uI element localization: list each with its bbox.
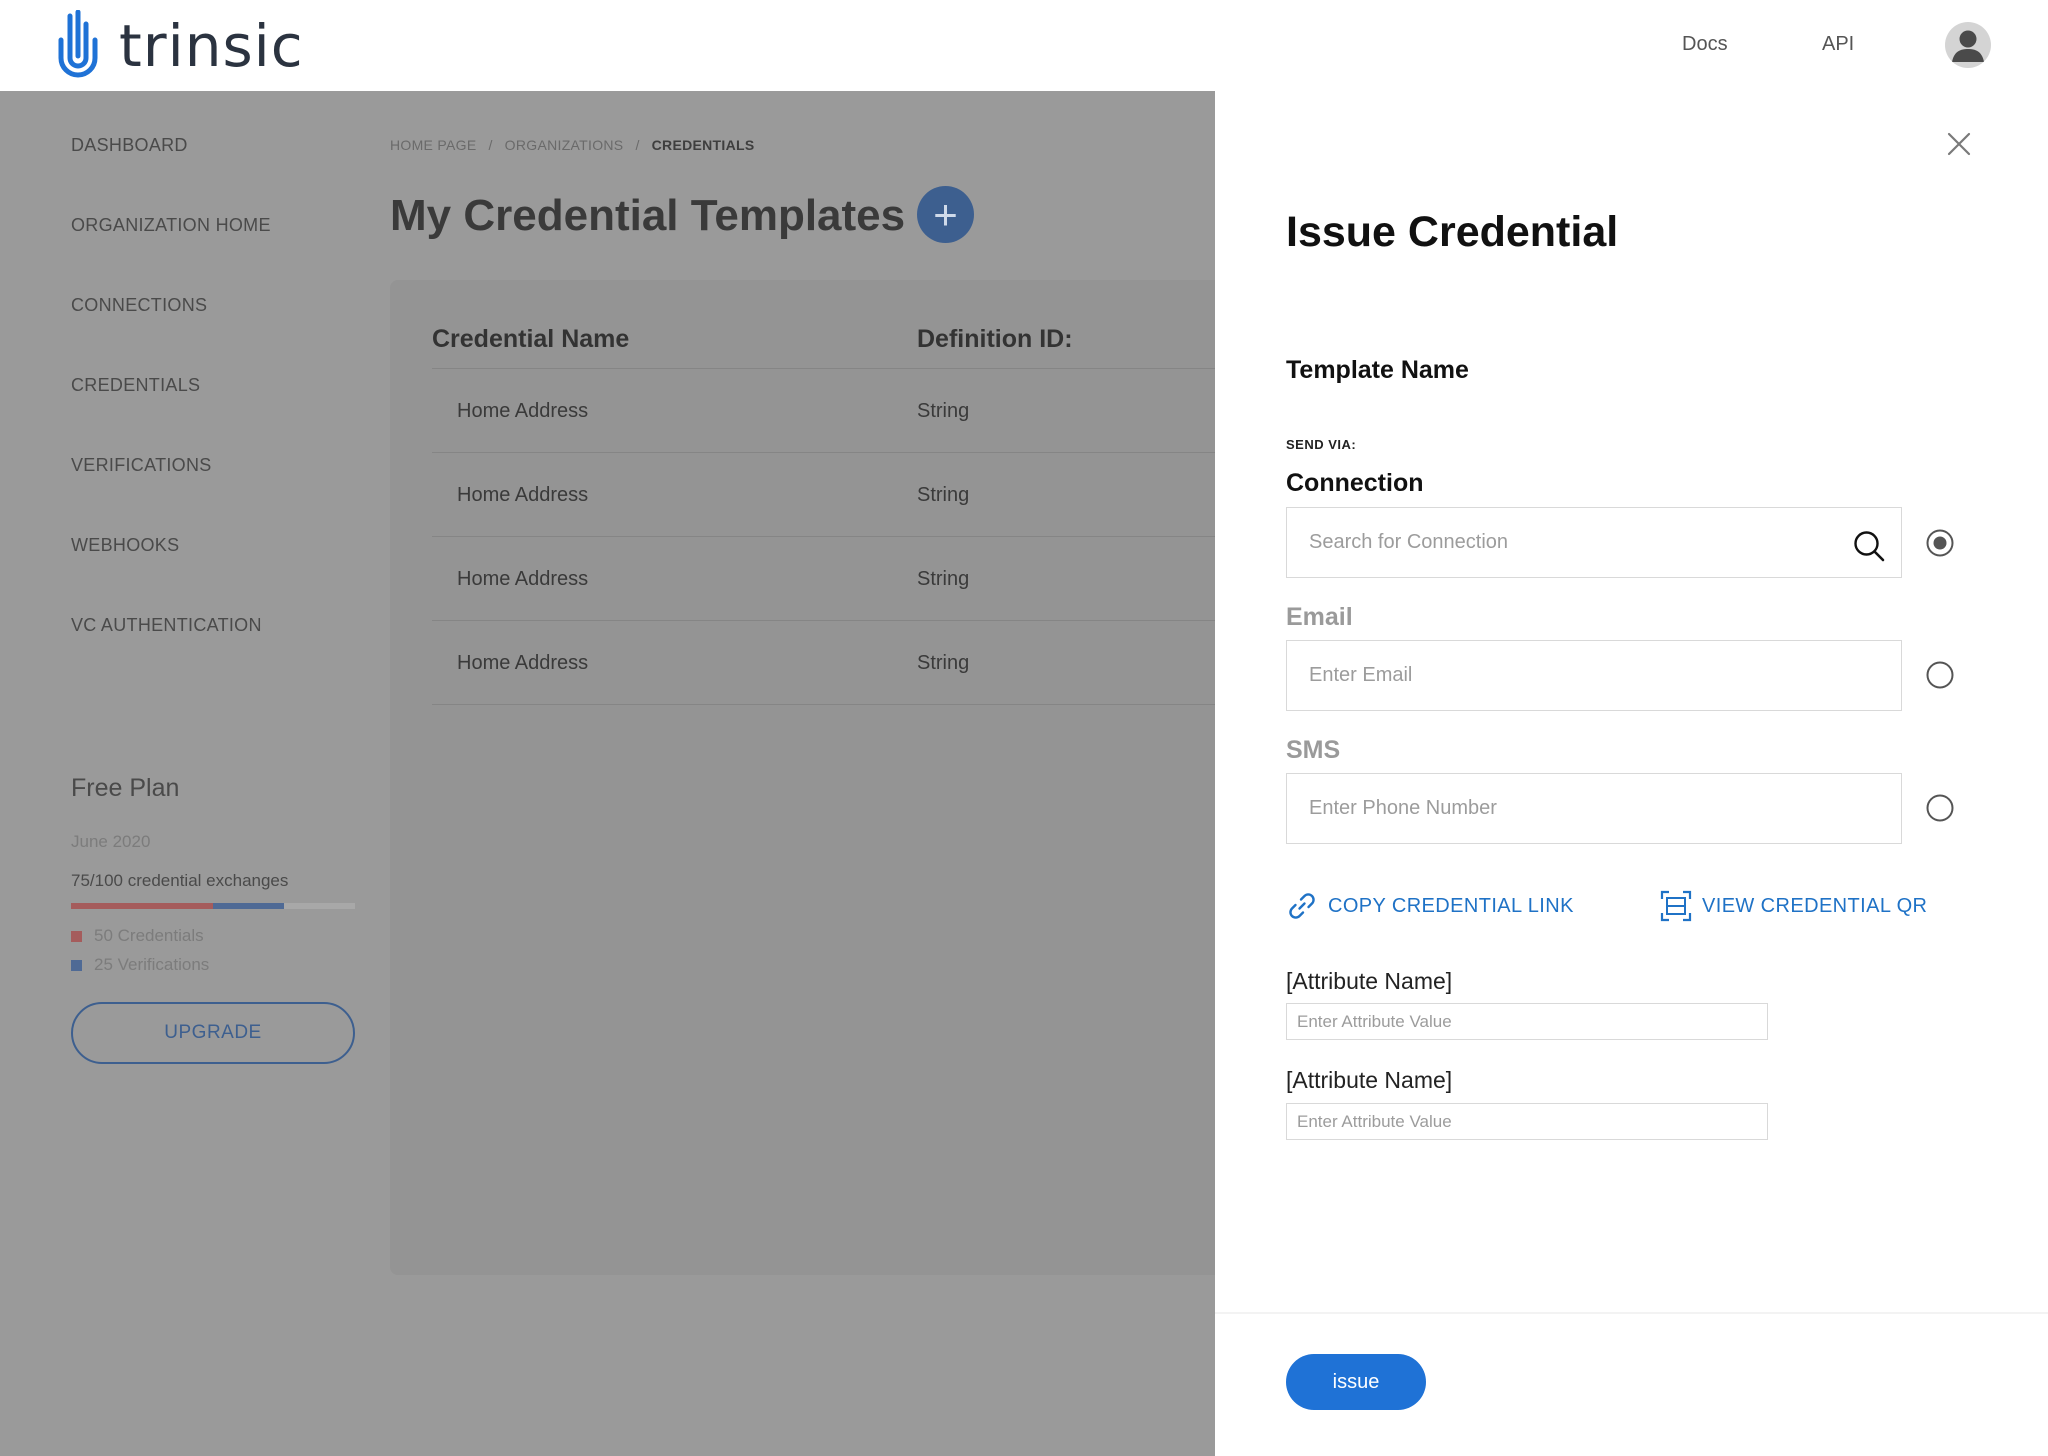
verifications-usage-fill xyxy=(213,903,284,909)
breadcrumb-home-page[interactable]: HOME PAGE xyxy=(390,137,476,153)
user-icon xyxy=(1952,30,1984,62)
connection-label: Connection xyxy=(1286,469,1424,497)
modal-footer-divider xyxy=(1215,1312,2048,1314)
sidebar-item-vc-authentication[interactable]: VC AUTHENTICATION xyxy=(71,615,262,636)
trinsic-hand-icon xyxy=(58,10,98,78)
table-cell-definition: String xyxy=(917,400,970,422)
table-divider xyxy=(432,536,1215,537)
table-cell-name[interactable]: Home Address xyxy=(457,652,588,675)
view-credential-qr-label: VIEW CREDENTIAL QR xyxy=(1702,894,1928,917)
link-icon xyxy=(1289,893,1315,919)
table-divider xyxy=(432,704,1215,705)
nav-docs-link[interactable]: Docs xyxy=(1682,33,1728,56)
search-icon[interactable] xyxy=(1852,529,1886,563)
sidebar-item-verifications[interactable]: VERIFICATIONS xyxy=(71,455,212,476)
column-header-definition-id: Definition ID: xyxy=(917,325,1073,353)
modal-title: Issue Credential xyxy=(1286,208,1619,256)
verifications-legend-swatch xyxy=(71,959,82,971)
breadcrumb-organizations[interactable]: ORGANIZATIONS xyxy=(505,137,624,153)
email-label: Email xyxy=(1286,603,1353,631)
table-divider xyxy=(432,620,1215,621)
connection-radio[interactable] xyxy=(1926,529,1954,557)
top-navigation: trinsic Docs API xyxy=(0,0,2048,91)
view-credential-qr-button[interactable]: VIEW CREDENTIAL QR xyxy=(1660,890,1927,922)
connection-search-input[interactable] xyxy=(1286,507,1902,578)
credentials-usage-fill xyxy=(71,903,213,909)
table-cell-definition: String xyxy=(917,568,970,590)
logo-text: trinsic xyxy=(119,12,304,80)
sidebar-item-connections[interactable]: CONNECTIONS xyxy=(71,295,207,316)
user-avatar[interactable] xyxy=(1945,22,1991,68)
sidebar-item-dashboard[interactable]: DASHBOARD xyxy=(71,135,188,156)
legend-credentials: 50 Credentials xyxy=(71,926,204,946)
table-cell-name[interactable]: Home Address xyxy=(457,400,588,423)
phone-number-input[interactable] xyxy=(1286,773,1902,844)
templates-card xyxy=(390,280,1215,1275)
add-template-button[interactable]: + xyxy=(917,186,974,243)
credentials-legend-swatch xyxy=(71,930,82,942)
table-divider xyxy=(432,368,1215,369)
sidebar-item-webhooks[interactable]: WEBHOOKS xyxy=(71,535,179,556)
table-cell-definition: String xyxy=(917,484,970,506)
legend-verifications: 25 Verifications xyxy=(71,955,209,975)
legend-verifications-label: 25 Verifications xyxy=(94,955,210,974)
app-root: trinsic Docs API DASHBOARD ORGANIZATION … xyxy=(0,0,2048,1456)
plan-title: Free Plan xyxy=(71,774,180,802)
breadcrumb-credentials: CREDENTIALS xyxy=(651,137,755,153)
table-cell-definition: String xyxy=(917,652,970,674)
plan-usage-bar xyxy=(71,903,355,909)
email-input[interactable] xyxy=(1286,640,1902,711)
sms-radio[interactable] xyxy=(1926,794,1954,822)
send-via-label: SEND VIA: xyxy=(1286,437,1357,452)
qr-scan-icon xyxy=(1660,890,1692,922)
breadcrumb: HOME PAGE / ORGANIZATIONS / CREDENTIALS xyxy=(390,137,755,153)
table-cell-name[interactable]: Home Address xyxy=(457,568,588,591)
upgrade-button[interactable]: UPGRADE xyxy=(71,1002,355,1064)
sidebar-item-credentials[interactable]: CREDENTIALS xyxy=(71,375,200,396)
breadcrumb-separator: / xyxy=(635,137,640,153)
trinsic-logo[interactable]: trinsic xyxy=(55,10,304,82)
attribute-name-label: [Attribute Name] xyxy=(1286,1067,1453,1093)
template-name-label: Template Name xyxy=(1286,356,1469,384)
nav-api-link[interactable]: API xyxy=(1822,33,1854,56)
attribute-value-input[interactable] xyxy=(1286,1103,1768,1140)
page-title: My Credential Templates xyxy=(390,191,906,240)
plan-date: June 2020 xyxy=(71,832,151,851)
plan-usage: 75/100 credential exchanges xyxy=(71,871,289,890)
attribute-value-input[interactable] xyxy=(1286,1003,1768,1040)
column-header-credential-name: Credential Name xyxy=(432,325,630,353)
close-icon[interactable] xyxy=(1946,131,1972,157)
table-cell-name[interactable]: Home Address xyxy=(457,484,588,507)
sidebar-item-organization-home[interactable]: ORGANIZATION HOME xyxy=(71,215,271,236)
sms-label: SMS xyxy=(1286,736,1341,764)
email-radio[interactable] xyxy=(1926,661,1954,689)
breadcrumb-separator: / xyxy=(488,137,493,153)
copy-credential-link-button[interactable]: COPY CREDENTIAL LINK xyxy=(1286,890,1574,922)
issue-button[interactable]: issue xyxy=(1286,1354,1426,1410)
legend-credentials-label: 50 Credentials xyxy=(94,926,204,945)
attribute-name-label: [Attribute Name] xyxy=(1286,968,1453,994)
table-divider xyxy=(432,452,1215,453)
copy-credential-link-label: COPY CREDENTIAL LINK xyxy=(1328,894,1574,917)
